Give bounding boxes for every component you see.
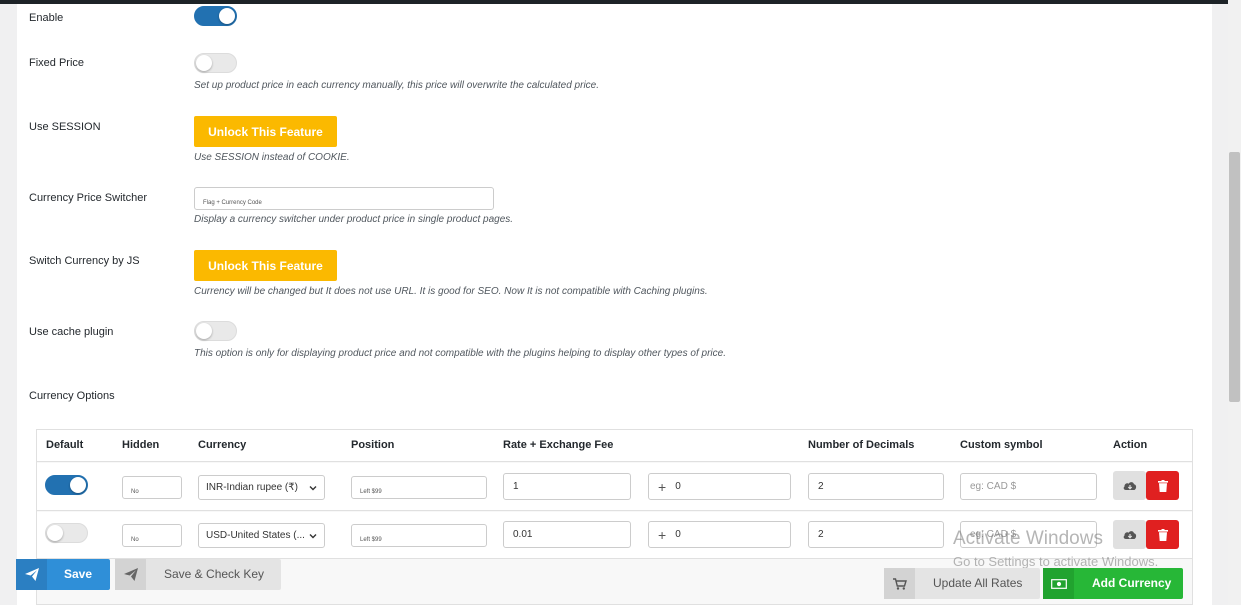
unlock-js-button[interactable]: Unlock This Feature xyxy=(194,250,337,281)
cache-toggle[interactable] xyxy=(194,321,237,341)
delete-currency-button[interactable] xyxy=(1146,520,1179,549)
switch-js-label: Switch Currency by JS xyxy=(29,255,140,267)
header-rate: Rate + Exchange Fee xyxy=(503,439,614,451)
enable-toggle[interactable] xyxy=(194,6,237,26)
trash-icon xyxy=(1157,479,1168,492)
rate-input[interactable]: 1 xyxy=(503,473,631,500)
download-rate-button[interactable] xyxy=(1113,471,1146,500)
header-action: Action xyxy=(1113,439,1148,451)
paper-plane-icon xyxy=(16,559,47,590)
unlock-session-button[interactable]: Unlock This Feature xyxy=(194,116,337,147)
toggle-knob xyxy=(196,323,212,339)
position-select[interactable]: Left $99 xyxy=(351,476,487,499)
cloud-download-icon xyxy=(1123,530,1136,539)
cart-icon xyxy=(884,568,915,599)
chevron-down-icon xyxy=(309,534,317,539)
currency-select[interactable]: INR-Indian rupee (₹) xyxy=(198,475,325,500)
add-currency-button[interactable]: Add Currency xyxy=(1043,568,1183,599)
custom-symbol-placeholder: eg: CAD $ xyxy=(970,481,1017,492)
default-toggle[interactable] xyxy=(45,523,88,543)
switcher-label: Currency Price Switcher xyxy=(29,192,147,204)
toggle-knob xyxy=(196,55,212,71)
cache-label: Use cache plugin xyxy=(29,326,114,338)
hidden-input[interactable]: No xyxy=(122,524,182,547)
currency-select-value: USD-United States (... xyxy=(206,530,305,541)
use-session-description: Use SESSION instead of COOKIE. xyxy=(194,152,350,163)
enable-label: Enable xyxy=(29,12,64,24)
trash-icon xyxy=(1157,528,1168,541)
save-check-key-label: Save & Check Key xyxy=(164,567,265,581)
exchange-fee-value: 0 xyxy=(675,481,681,492)
delete-currency-button[interactable] xyxy=(1146,471,1179,500)
chevron-down-icon xyxy=(309,486,317,491)
paper-plane-icon xyxy=(115,559,146,590)
decimals-input[interactable]: 2 xyxy=(808,473,944,500)
use-session-label: Use SESSION xyxy=(29,121,101,133)
scrollbar-thumb[interactable] xyxy=(1229,152,1240,402)
activate-windows-subtitle: Go to Settings to activate Windows. xyxy=(953,554,1159,569)
money-icon xyxy=(1043,568,1074,599)
fixed-price-description: Set up product price in each currency ma… xyxy=(194,80,599,91)
save-label: Save xyxy=(64,567,93,581)
header-default: Default xyxy=(46,439,84,451)
fixed-price-toggle[interactable] xyxy=(194,53,237,73)
exchange-fee-input[interactable]: + 0 xyxy=(648,473,791,500)
position-select[interactable]: Left $99 xyxy=(351,524,487,547)
save-check-key-button[interactable]: Save & Check Key xyxy=(115,559,281,590)
plus-icon: + xyxy=(658,526,667,543)
header-position: Position xyxy=(351,439,395,451)
toggle-knob xyxy=(47,525,63,541)
switch-js-description: Currency will be changed but It does not… xyxy=(194,286,708,297)
currency-select[interactable]: USD-United States (... xyxy=(198,523,325,548)
plus-icon: + xyxy=(658,478,667,495)
update-all-rates-label: Update All Rates xyxy=(933,576,1023,590)
exchange-fee-input[interactable]: + 0 xyxy=(648,521,791,548)
update-all-rates-button[interactable]: Update All Rates xyxy=(884,568,1040,599)
default-toggle[interactable] xyxy=(45,475,88,495)
exchange-fee-value: 0 xyxy=(675,529,681,540)
header-decimals: Number of Decimals xyxy=(808,439,915,451)
currency-options-label: Currency Options xyxy=(29,390,115,402)
toggle-knob xyxy=(219,8,235,24)
toggle-knob xyxy=(70,477,86,493)
switcher-input[interactable]: Flag + Currency Code xyxy=(194,187,494,210)
cache-description: This option is only for displaying produ… xyxy=(194,348,726,359)
header-hidden: Hidden xyxy=(122,439,160,451)
rate-input[interactable]: 0.01 xyxy=(503,521,631,548)
download-rate-button[interactable] xyxy=(1113,520,1146,549)
header-currency: Currency xyxy=(198,439,247,451)
hidden-input[interactable]: No xyxy=(122,476,182,499)
header-symbol: Custom symbol xyxy=(960,439,1043,451)
decimals-input[interactable]: 2 xyxy=(808,521,944,548)
custom-symbol-input[interactable]: eg: CAD $ xyxy=(960,473,1097,500)
fixed-price-label: Fixed Price xyxy=(29,57,85,69)
add-currency-label: Add Currency xyxy=(1092,576,1172,590)
save-button[interactable]: Save xyxy=(16,559,110,590)
currency-select-value: INR-Indian rupee (₹) xyxy=(206,482,298,493)
activate-windows-title: Activate Windows xyxy=(953,528,1103,549)
switcher-description: Display a currency switcher under produc… xyxy=(194,214,514,225)
cloud-download-icon xyxy=(1123,481,1136,490)
